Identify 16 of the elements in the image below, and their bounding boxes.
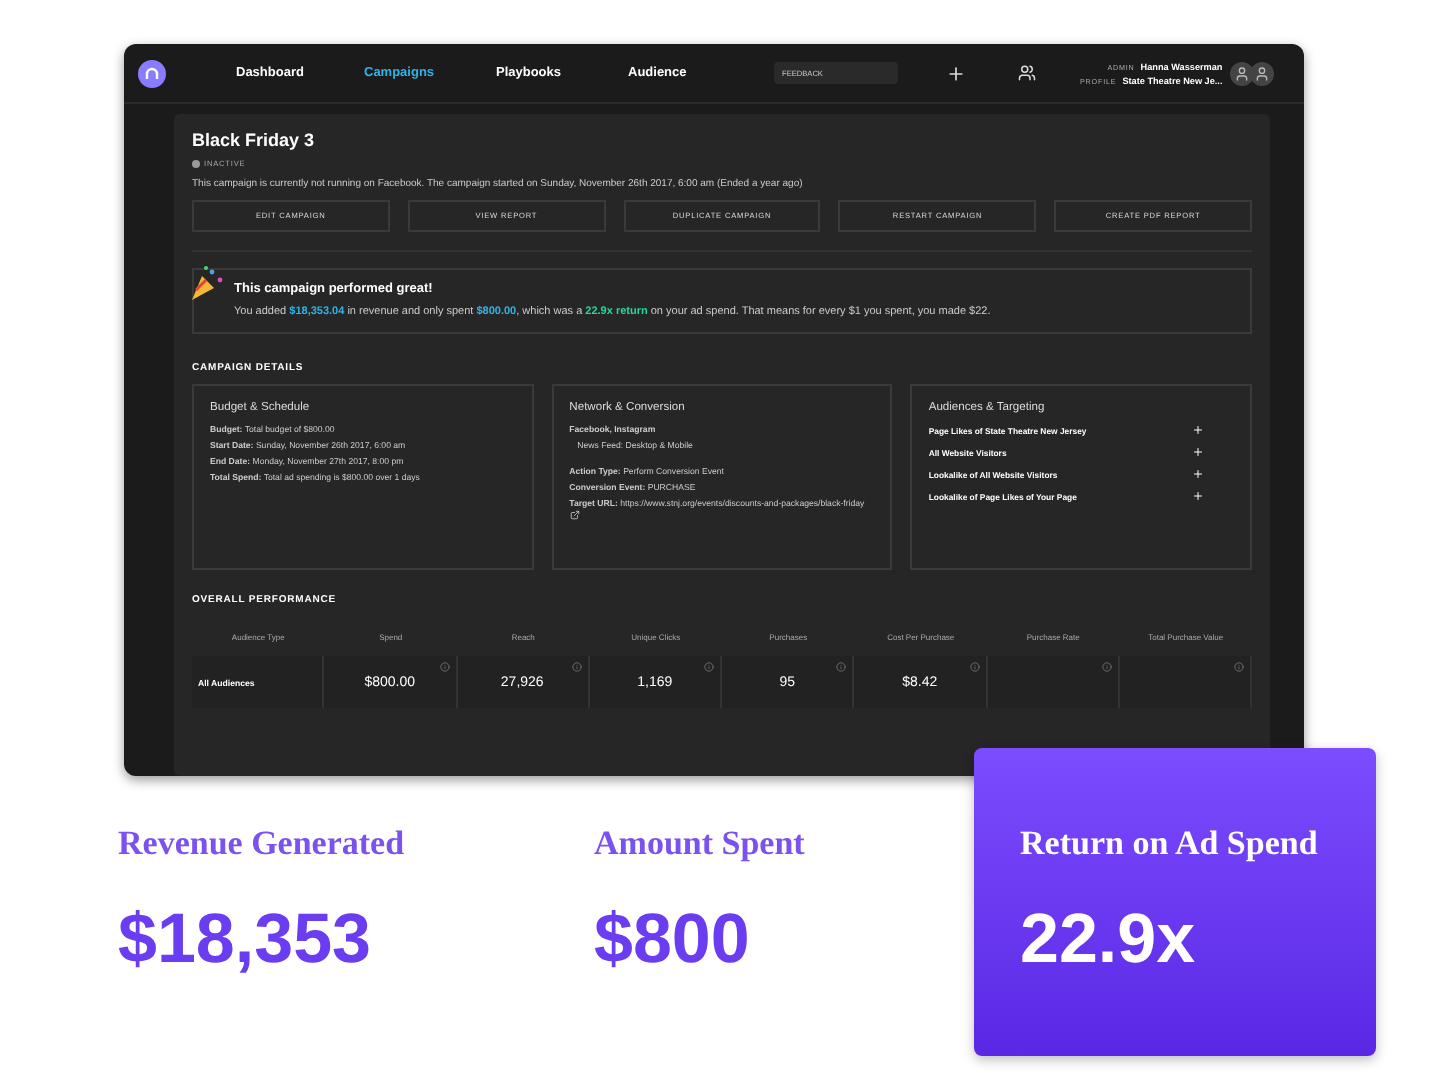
users-icon[interactable] — [1018, 64, 1036, 82]
add-icon[interactable] — [1192, 424, 1204, 437]
stat-value: 22.9x — [1020, 900, 1198, 980]
avatar-icon[interactable] — [1250, 61, 1275, 85]
add-icon[interactable] — [1192, 490, 1204, 503]
party-popper-icon — [186, 264, 226, 304]
add-icon[interactable] — [1192, 446, 1204, 459]
avatar-icon[interactable] — [1230, 61, 1255, 85]
stat-label: Return on Ad Spend — [1020, 824, 1320, 864]
stat-label: Revenue Generated — [118, 824, 407, 864]
logo-icon[interactable] — [138, 59, 166, 87]
stat-value: $18,353 — [118, 900, 374, 980]
add-icon[interactable] — [1192, 468, 1204, 481]
external-link-icon[interactable] — [569, 510, 580, 521]
campaign-title: Black Friday 3 — [192, 130, 317, 150]
add-icon[interactable] — [946, 63, 966, 83]
